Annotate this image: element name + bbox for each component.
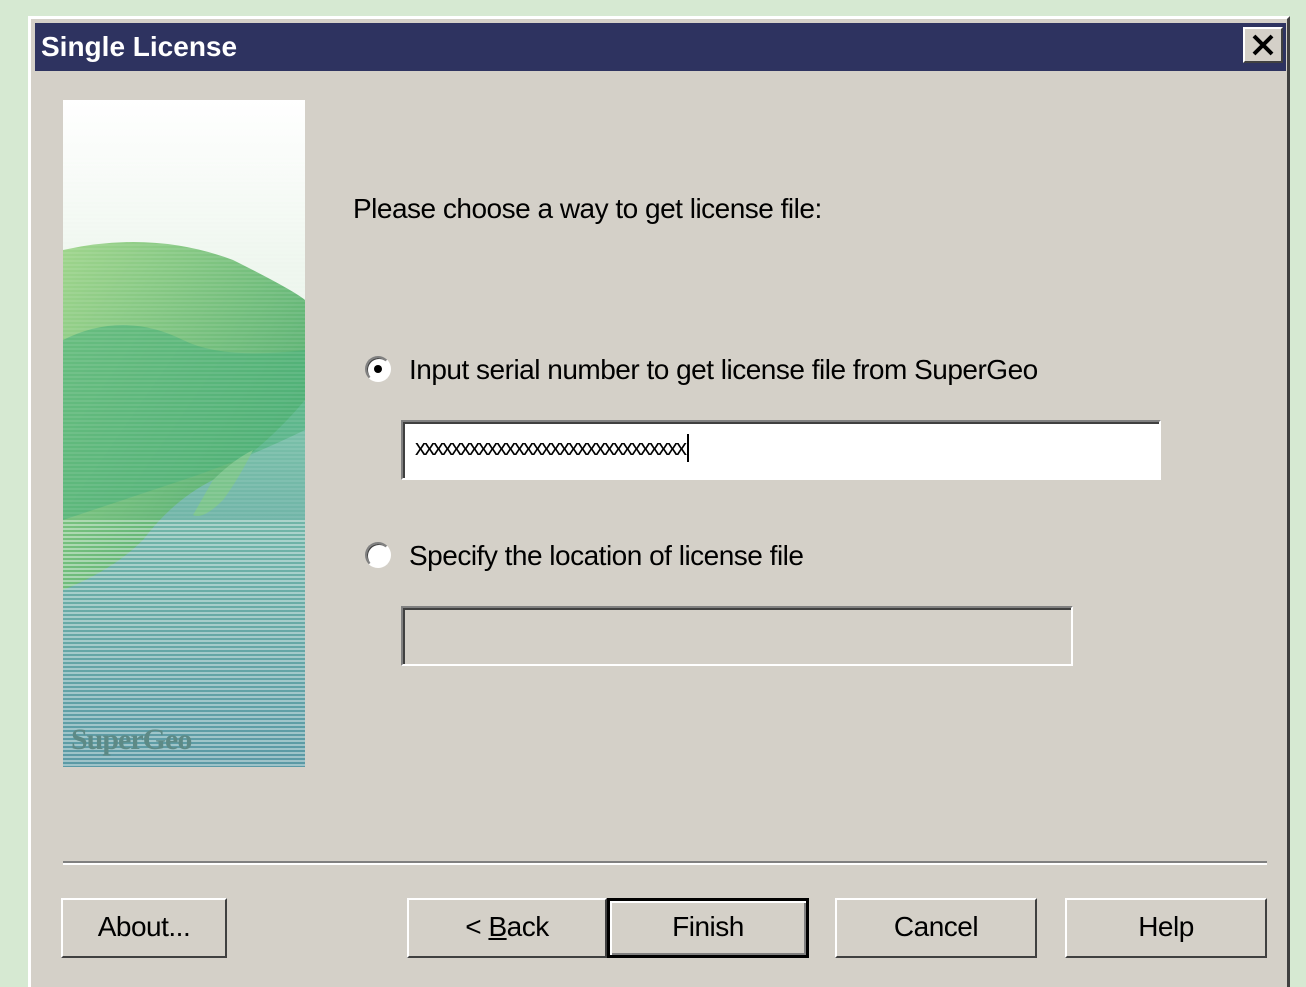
about-button[interactable]: About...: [61, 898, 227, 958]
cancel-button[interactable]: Cancel: [835, 898, 1037, 958]
supergeo-logo: SuperGeo: [71, 723, 192, 756]
serial-number-input[interactable]: xxxxxxxxxxxxxxxxxxxxxxxxxxxxxx: [401, 420, 1161, 480]
title-bar[interactable]: Single License: [35, 23, 1286, 71]
back-prefix: <: [465, 911, 489, 942]
license-file-path-input: [401, 606, 1073, 666]
serial-number-radio[interactable]: [365, 356, 391, 382]
serial-number-label[interactable]: Input serial number to get license file …: [409, 354, 1038, 386]
back-accelerator: B: [488, 911, 507, 942]
license-file-label[interactable]: Specify the location of license file: [409, 540, 804, 572]
text-caret: [687, 434, 689, 462]
prompt-text: Please choose a way to get license file:: [353, 193, 822, 224]
button-separator: [63, 861, 1267, 865]
close-icon: [1252, 34, 1274, 56]
license-dialog: Single License SuperGeo Please choose a …: [28, 16, 1290, 987]
window-title: Single License: [41, 31, 238, 62]
serial-number-value: xxxxxxxxxxxxxxxxxxxxxxxxxxxxxx: [415, 434, 689, 462]
license-file-radio[interactable]: [365, 542, 391, 568]
close-button[interactable]: [1243, 27, 1283, 63]
supergeo-banner-image: SuperGeo: [63, 100, 305, 767]
back-rest: ack: [506, 911, 550, 942]
help-button[interactable]: Help: [1065, 898, 1267, 958]
finish-button[interactable]: Finish: [607, 898, 809, 958]
back-button[interactable]: < Back: [407, 898, 607, 958]
radio-selected-dot: [374, 365, 382, 373]
